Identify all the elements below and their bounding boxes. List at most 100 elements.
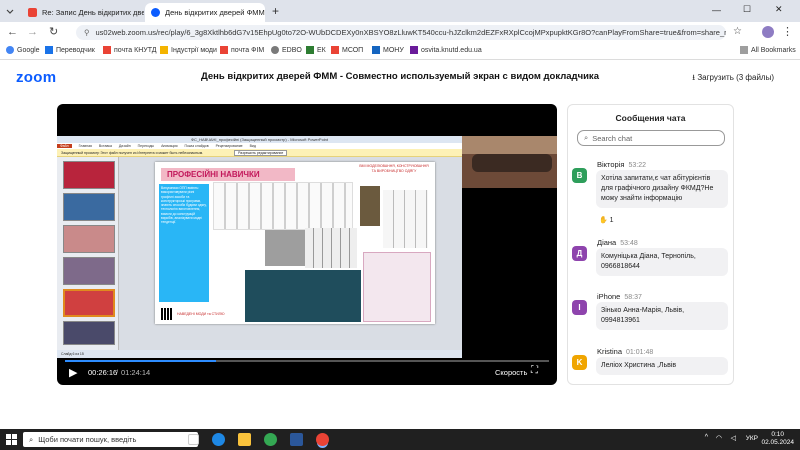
zoom-icon xyxy=(151,8,160,17)
slide-link-text: НАВЕДЕНІ МОДИ та СТИЛЮ xyxy=(177,312,225,316)
all-bookmarks[interactable]: All Bookmarks xyxy=(740,46,796,54)
slide-thumbnail[interactable] xyxy=(63,289,115,317)
system-clock[interactable]: 0:10 02.05.2024 xyxy=(761,431,794,447)
qr-code xyxy=(161,308,173,320)
play-icon[interactable]: ▶ xyxy=(69,366,77,379)
bookmark-osvita[interactable]: osvita.knutd.edu.ua xyxy=(410,46,482,54)
volume-icon[interactable]: ◁ xyxy=(731,434,736,442)
bookmark-ek[interactable]: ЕК xyxy=(306,46,326,54)
language-indicator[interactable]: УКР xyxy=(746,435,758,442)
slide-counter: Слайд 6 из 15 xyxy=(61,352,84,356)
tray-chevron-icon[interactable]: ^ xyxy=(705,434,708,441)
slide-thumbnails-pane xyxy=(57,157,119,350)
menu-item[interactable]: Главная xyxy=(79,144,92,148)
model-photo xyxy=(360,186,380,226)
close-window-icon[interactable]: ✕ xyxy=(775,4,783,15)
menu-dots-icon[interactable]: ⋮ xyxy=(782,26,793,38)
menu-item[interactable]: Рецензирование xyxy=(216,144,243,148)
bookmark-label: Google xyxy=(17,46,40,54)
globe-icon xyxy=(271,46,279,54)
site-icon xyxy=(372,46,380,54)
bookmark-edbo[interactable]: EDBO xyxy=(271,46,302,54)
maximize-icon[interactable]: ☐ xyxy=(743,4,751,15)
progress-bar[interactable] xyxy=(65,360,549,362)
menu-item[interactable]: Вид xyxy=(250,144,256,148)
message-bubble: Хотіла запитати,є чат абітурієнтів для г… xyxy=(596,170,728,208)
speed-button[interactable]: Скорость xyxy=(495,368,527,377)
menu-item[interactable]: Показ слайдов xyxy=(184,144,208,148)
camera-people xyxy=(472,154,552,172)
download-button[interactable]: ⭳ Загрузить (3 файлы) xyxy=(692,72,774,86)
tab-title: Re: Запис День відкритих две xyxy=(42,8,144,17)
gmail-icon xyxy=(220,46,228,54)
video-player[interactable]: ФС_НАВЧАНІ_професійні (Защищенный просмо… xyxy=(57,104,557,385)
menu-item[interactable]: Переходы xyxy=(138,144,154,148)
bookmark-label: EDBO xyxy=(282,46,302,54)
garment-photo xyxy=(265,230,305,266)
bookmark-google[interactable]: Google xyxy=(6,46,40,54)
back-arrow-icon[interactable]: ← xyxy=(7,26,18,38)
message-time: 53:22 xyxy=(628,162,646,169)
chrome-icon[interactable] xyxy=(264,433,277,446)
tab-title: День відкритих дверей ФММ xyxy=(165,8,265,17)
tab-zapys[interactable]: Re: Запис День відкритих две ✕ xyxy=(22,3,144,22)
player-controls: ▶ 00:26:16 / 01:24:14 Скорость ⛶ xyxy=(57,357,557,385)
windows-start-icon[interactable] xyxy=(6,434,17,445)
taskbar-search-input[interactable]: ⌕ Щоби почати пошук, введіть xyxy=(23,432,198,447)
bookmark-monu[interactable]: МОНУ xyxy=(372,46,404,54)
menu-file[interactable]: Файл xyxy=(57,144,72,148)
file-explorer-icon[interactable] xyxy=(238,433,251,446)
enable-editing-button[interactable]: Разрешить редактирование xyxy=(234,150,288,156)
bookmark-msop[interactable]: МСОП xyxy=(331,46,363,54)
sender: Діана 53:48 xyxy=(597,238,638,247)
address-input[interactable]: ⚲ us02web.zoom.us/rec/play/6_3g8Xktlhb6d… xyxy=(76,25,726,40)
menu-item[interactable]: Анимация xyxy=(161,144,177,148)
sender-name: Вікторія xyxy=(597,160,625,169)
slide-thumbnail[interactable] xyxy=(63,257,115,285)
slide-thumbnail[interactable] xyxy=(63,225,115,253)
edge-icon[interactable] xyxy=(212,433,225,446)
zoom-header: zoom День відкритих дверей ФММ - Совмест… xyxy=(0,60,800,94)
word-icon[interactable] xyxy=(290,433,303,446)
bookmark-star-icon[interactable]: ☆ xyxy=(733,26,742,38)
avatar: Д xyxy=(572,246,587,261)
bookmark-mail-knutd[interactable]: почта КНУТД xyxy=(103,46,157,54)
reload-icon[interactable]: ↻ xyxy=(49,26,58,38)
search-chat-input[interactable]: ⌕ Search chat xyxy=(577,130,725,146)
new-tab-button[interactable]: + xyxy=(272,4,279,18)
fullscreen-icon[interactable]: ⛶ xyxy=(531,365,538,376)
profile-avatar[interactable] xyxy=(762,26,774,38)
site-info-icon[interactable]: ⚲ xyxy=(84,28,90,37)
bookmark-label: Індустрії моди xyxy=(171,46,217,54)
tab-search-icon[interactable] xyxy=(5,6,15,16)
menu-item[interactable]: Вставка xyxy=(99,144,112,148)
slide-thumbnail[interactable] xyxy=(63,161,115,189)
minimize-icon[interactable]: — xyxy=(712,5,721,15)
reaction-badge[interactable]: ✋ 1 xyxy=(599,216,614,224)
sender: iPhone 58:37 xyxy=(597,292,642,301)
task-view-icon[interactable] xyxy=(188,434,199,445)
pattern-layout-image xyxy=(363,252,431,322)
chrome-active-icon[interactable] xyxy=(316,433,329,446)
forward-arrow-icon[interactable]: → xyxy=(27,26,38,38)
slide-thumbnail[interactable] xyxy=(63,193,115,221)
shared-screen: ФС_НАВЧАНІ_професійні (Защищенный просмо… xyxy=(57,136,462,358)
menu-item[interactable]: Дизайн xyxy=(119,144,131,148)
bookmark-mail-fim[interactable]: почта ФІМ xyxy=(220,46,264,54)
message-bubble: Леліох Христина ,Львів xyxy=(596,357,728,375)
avatar: I xyxy=(572,300,587,315)
slide-thumbnail[interactable] xyxy=(63,321,115,345)
protected-view-bar: Защищенный просмотр Этот файл получен из… xyxy=(57,149,462,157)
chat-panel: Сообщения чата ⌕ Search chat В Вікторія 5… xyxy=(567,104,734,385)
info-box: Випускники ОПП вміють: використовувати р… xyxy=(159,184,209,302)
bookmark-label: ЕК xyxy=(317,46,326,54)
bookmark-label: МСОП xyxy=(342,46,364,54)
time-separator: / xyxy=(116,368,119,377)
bookmark-label: Переводчик xyxy=(56,46,95,54)
tab-zoom-active[interactable]: День відкритих дверей ФММ ✕ xyxy=(145,3,265,22)
network-icon[interactable]: ◠ xyxy=(716,434,722,442)
bookmark-fashion[interactable]: Індустрії моди xyxy=(160,46,217,54)
camera-wall xyxy=(462,136,557,154)
bookmark-translator[interactable]: Переводчик xyxy=(45,46,95,54)
page-title: День відкритих дверей ФММ - Совместно ис… xyxy=(201,71,599,82)
